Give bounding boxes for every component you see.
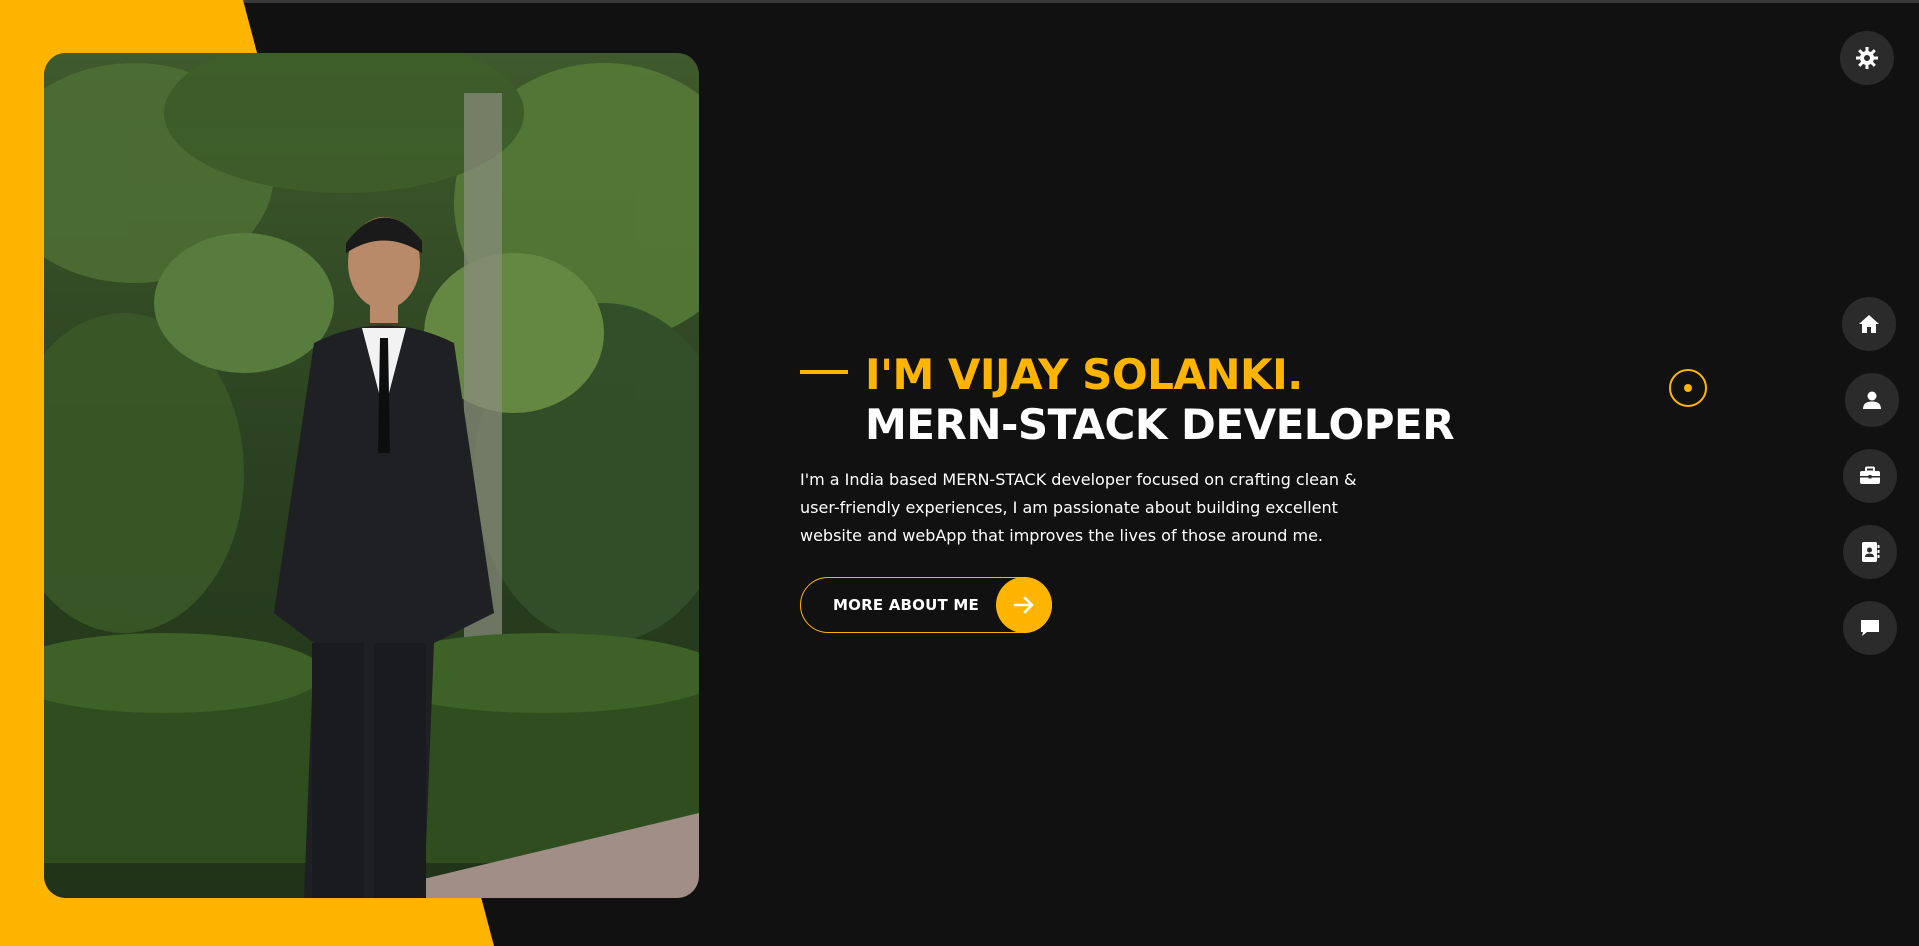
profile-photo-image xyxy=(44,53,699,898)
home-icon xyxy=(1859,315,1879,333)
hero-name: I'M VIJAY SOLANKI. xyxy=(865,350,1303,399)
nav-portfolio-button[interactable] xyxy=(1843,449,1897,503)
more-about-me-button[interactable]: MORE ABOUT ME xyxy=(800,577,1052,633)
arrow-right-icon xyxy=(1013,596,1034,614)
contact-card-icon xyxy=(1862,542,1880,562)
more-about-me-label: MORE ABOUT ME xyxy=(833,596,979,614)
briefcase-icon xyxy=(1860,466,1880,484)
scroll-indicator xyxy=(1669,369,1707,407)
profile-photo xyxy=(44,53,699,898)
hero-description: I'm a India based MERN-STACK developer f… xyxy=(800,470,1357,545)
hero-dash-accent xyxy=(800,370,848,374)
page: I'M VIJAY SOLANKI. MERN-STACK DEVELOPER … xyxy=(0,0,1919,946)
gear-icon xyxy=(1856,47,1878,69)
nav-blog-button[interactable] xyxy=(1843,601,1897,655)
nav-home-button[interactable] xyxy=(1842,297,1896,351)
hero-title: I'M VIJAY SOLANKI. MERN-STACK DEVELOPER xyxy=(800,350,1500,450)
nav-contact-button[interactable] xyxy=(1843,525,1897,579)
hero-section: I'M VIJAY SOLANKI. MERN-STACK DEVELOPER … xyxy=(800,350,1500,633)
hero-role: MERN-STACK DEVELOPER xyxy=(865,400,1455,449)
more-about-me-arrow xyxy=(996,577,1052,633)
nav-about-button[interactable] xyxy=(1845,373,1899,427)
user-icon xyxy=(1863,391,1881,409)
chat-icon xyxy=(1861,620,1879,636)
scroll-indicator-dot xyxy=(1684,384,1692,392)
theme-toggle-button[interactable] xyxy=(1840,31,1894,85)
